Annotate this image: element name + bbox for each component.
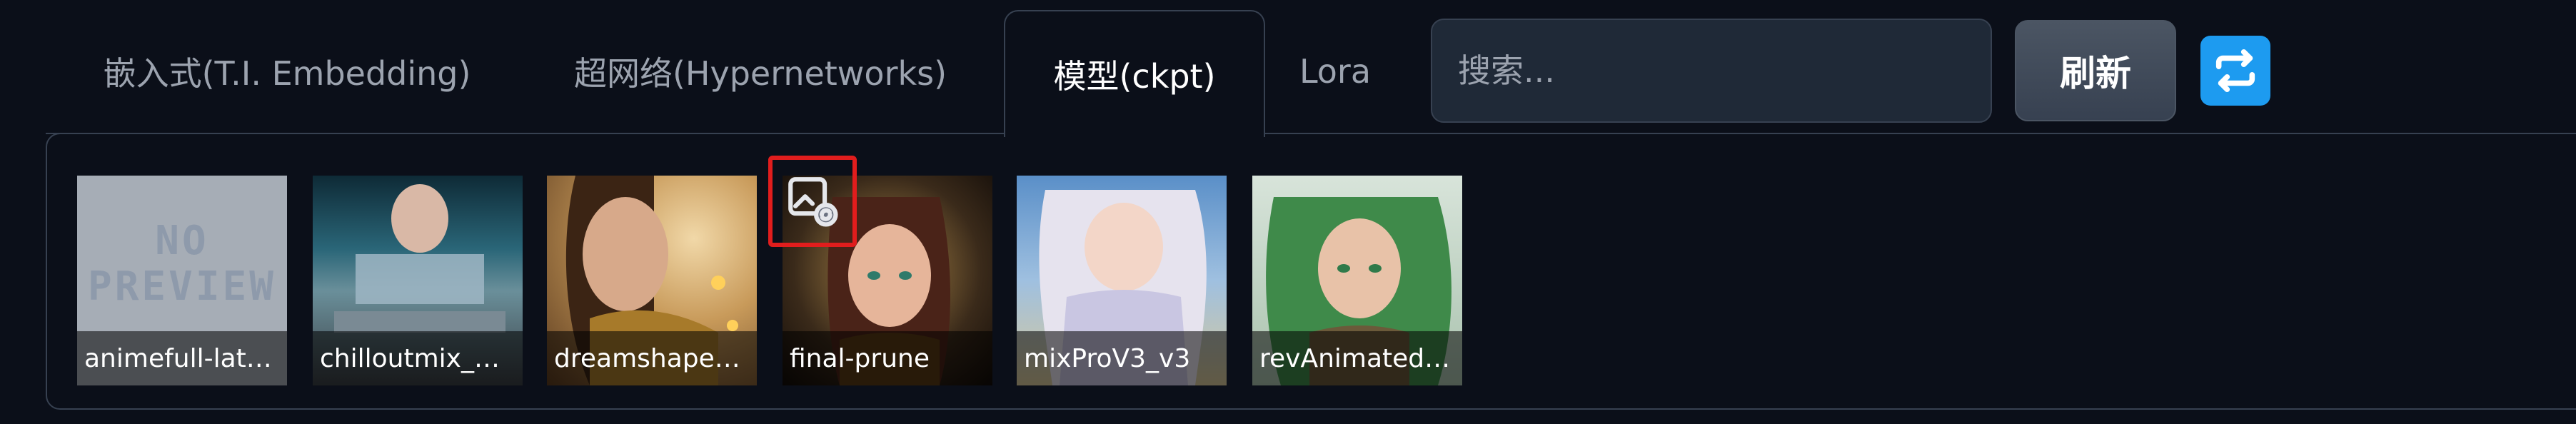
tab-ti-embedding[interactable]: 嵌入式(T.I. Embedding) [80,10,494,133]
refresh-button[interactable]: 刷新 [2015,20,2176,121]
model-card-revanimated[interactable]: revAnimated… [1252,176,1462,385]
model-card-label: chilloutmix_… [313,331,523,385]
search-input[interactable] [1431,19,1992,123]
no-preview-placeholder: NO PREVIEW [87,218,276,310]
model-card-animefull[interactable]: NO PREVIEW animefull-lat… [77,176,287,385]
tab-checkpoint[interactable]: 模型(ckpt) [1004,10,1265,137]
replace-preview-icon[interactable] [768,156,857,247]
model-card-chilloutmix[interactable]: chilloutmix_… [313,176,523,385]
swap-arrows-icon[interactable] [2200,36,2270,106]
tab-hypernetworks[interactable]: 超网络(Hypernetworks) [550,10,971,133]
model-card-label: dreamshape… [547,331,757,385]
model-card-label: animefull-lat… [77,331,287,385]
model-card-label: mixProV3_v3 [1017,331,1227,385]
model-card-label: final-prune [783,331,992,385]
model-card-dreamshaper[interactable]: dreamshape… [547,176,757,385]
tab-lora[interactable]: Lora [1285,10,1385,133]
model-card-mixprov3[interactable]: mixProV3_v3 [1017,176,1227,385]
model-card-label: revAnimated… [1252,331,1462,385]
